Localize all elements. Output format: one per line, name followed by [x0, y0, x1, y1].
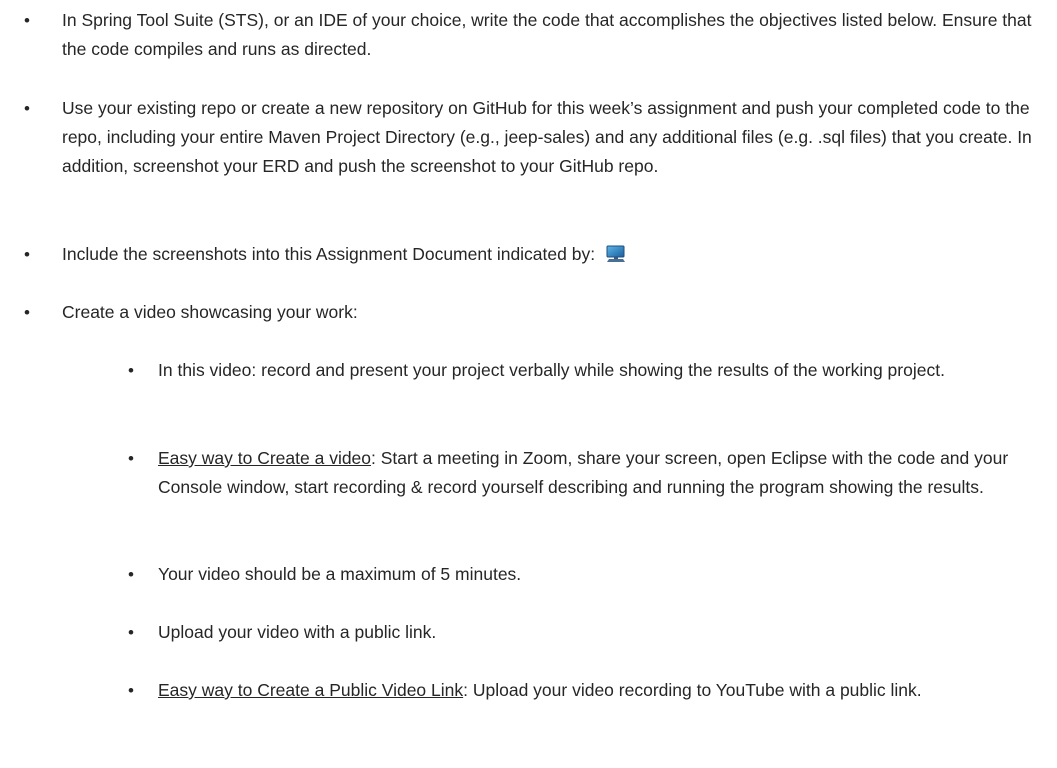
item-text: In this video: record and present your p…: [158, 360, 945, 380]
list-item: • In this video: record and present your…: [128, 356, 1033, 385]
list-item: • In Spring Tool Suite (STS), or an IDE …: [24, 6, 1033, 64]
item-text: Upload your video with a public link.: [158, 622, 437, 642]
list-item: • Create a video showcasing your work:: [24, 298, 1033, 327]
item-underlined-text: Easy way to Create a video: [158, 448, 372, 468]
bullet: •: [24, 303, 30, 322]
bullet: •: [24, 99, 30, 118]
bullet: •: [128, 623, 134, 642]
item-text: In Spring Tool Suite (STS), or an IDE of…: [62, 10, 1032, 59]
item-text: Your video should be a maximum of 5 minu…: [158, 564, 522, 584]
list-item: • Include the screenshots into this Assi…: [24, 240, 1033, 272]
item-text: Include the screenshots into this Assign…: [62, 244, 596, 264]
item-text: Create a video showcasing your work:: [62, 302, 358, 322]
bullet: •: [128, 565, 134, 584]
list-item: • Easy way to Create a Public Video Link…: [128, 676, 1033, 705]
list-item: • Your video should be a maximum of 5 mi…: [128, 560, 1033, 589]
bullet: •: [24, 11, 30, 30]
list-item: • Use your existing repo or create a new…: [24, 94, 1033, 181]
list-item: • Upload your video with a public link.: [128, 618, 1033, 647]
list-item: • Easy way to Create a video: Start a me…: [128, 444, 1033, 502]
assignment-document: • In Spring Tool Suite (STS), or an IDE …: [0, 0, 1057, 768]
bullet: •: [128, 361, 134, 380]
item-text: : Upload your video recording to YouTube…: [463, 680, 922, 700]
bullet: •: [24, 245, 30, 264]
bullet: •: [128, 449, 134, 468]
bullet: •: [128, 681, 134, 700]
monitor-icon: [605, 243, 627, 272]
item-text: Use your existing repo or create a new r…: [62, 98, 1032, 176]
item-underlined-text: Easy way to Create a Public Video Link: [158, 680, 464, 700]
